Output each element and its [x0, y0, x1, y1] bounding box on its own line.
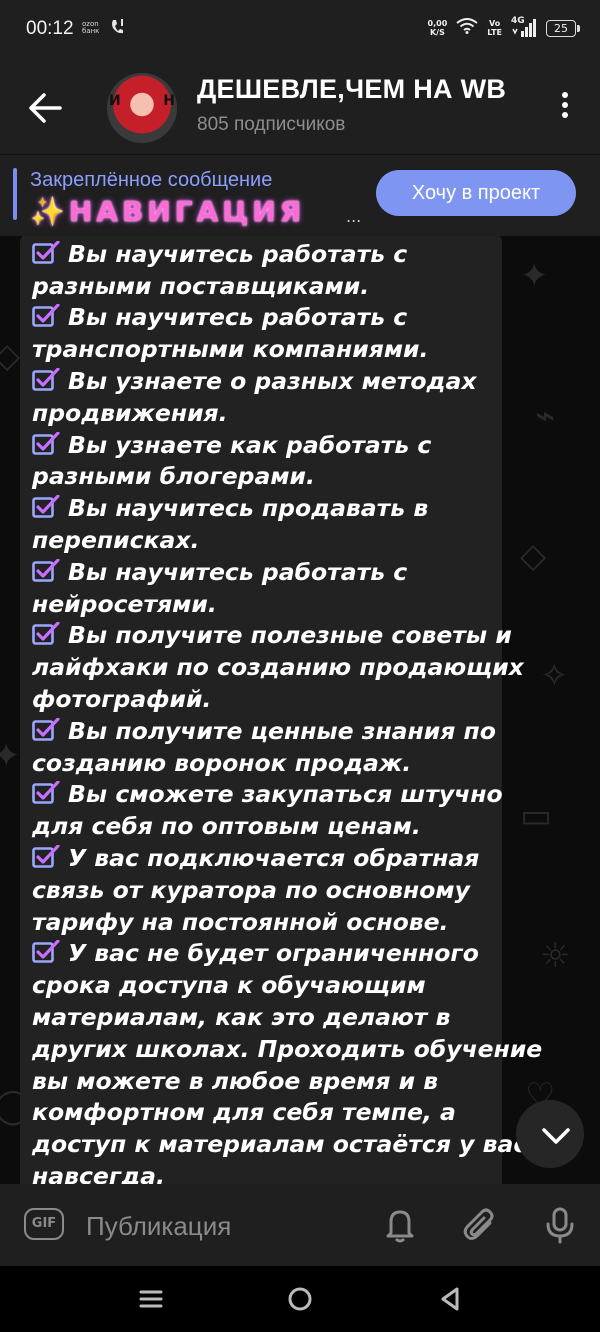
back-nav-icon[interactable]	[435, 1284, 465, 1314]
pinned-label: Закреплённое сообщение	[30, 169, 273, 191]
message-line: У вас подключается обратная	[32, 843, 492, 875]
arrow-left-icon	[29, 93, 62, 123]
message-line: других школах. Проходить обучение	[32, 1034, 543, 1063]
message-line: транспортными компаниями.	[32, 335, 429, 364]
checkbox-icon	[32, 240, 60, 264]
message-line: Вы научитесь работать с	[32, 557, 492, 589]
message-line: связь от куратора по основному	[32, 875, 470, 904]
chevron-down-icon	[542, 1128, 570, 1144]
checkbox-icon	[32, 622, 60, 646]
message-line: Вы научитесь работать с	[32, 239, 492, 271]
message-line: разными поставщиками.	[32, 271, 370, 300]
message-line: для себя по оптовым ценам.	[32, 812, 421, 841]
message-line: Вы получите ценные знания по	[32, 716, 496, 748]
bell-icon[interactable]	[382, 1206, 418, 1244]
system-nav-bar	[0, 1266, 600, 1332]
channel-header: И Н ДЕШЕВЛЕ,ЧЕМ НА WB 805 подписчиков	[0, 62, 600, 154]
message-line: нейросетями.	[32, 589, 217, 618]
message-line: Вы узнаете как работать с	[32, 430, 492, 462]
paperclip-icon[interactable]	[462, 1206, 498, 1244]
message-input[interactable]	[84, 1204, 358, 1248]
message-line: Вы узнаете о разных методах	[32, 366, 492, 398]
checkbox-icon	[32, 495, 60, 518]
message-line: доступ к материалам остаётся у вас	[32, 1130, 528, 1159]
status-time: 00:12	[26, 18, 74, 39]
more-vertical-icon[interactable]	[560, 92, 570, 124]
channel-avatar[interactable]: И Н	[107, 73, 177, 143]
scroll-down-button[interactable]	[516, 1100, 584, 1168]
message-line: фотографий.	[32, 684, 212, 713]
message-text: продаж и раскрутки.Вы научитесь работать…	[32, 236, 543, 1184]
message-line: продвижения.	[32, 398, 228, 427]
checkbox-icon	[32, 844, 60, 868]
message-line: срока доступа к обучающим	[32, 971, 426, 1000]
gif-button[interactable]: GIF	[24, 1208, 64, 1240]
message-line: навсегда.	[32, 1161, 165, 1184]
checkbox-icon	[32, 367, 60, 391]
pinned-text: ✨НАВИГАЦИЯ	[30, 195, 306, 228]
message-line: Вы научитесь продавать в	[32, 493, 492, 525]
message-line: Вы получите полезные советы и	[32, 620, 512, 652]
status-right: 0,00 K/S Vo LTE 4G 25	[427, 16, 580, 38]
battery-icon: 25	[546, 19, 580, 37]
wifi-icon	[456, 18, 478, 38]
net-speed: 0,00 K/S	[427, 19, 448, 37]
join-project-button[interactable]: Хочу в проект	[376, 170, 576, 216]
channel-title[interactable]: ДЕШЕВЛЕ,ЧЕМ НА WB	[197, 74, 506, 105]
pinned-ellipsis: ...	[346, 207, 362, 226]
home-icon[interactable]	[285, 1284, 315, 1314]
recent-apps-icon[interactable]	[136, 1284, 166, 1314]
subscriber-count: 805 подписчиков	[197, 114, 346, 135]
message-line: комфортном для себя темпе, а	[32, 1098, 456, 1127]
pinned-message[interactable]: Закреплённое сообщение ✨НАВИГАЦИЯ ... Хо…	[0, 154, 600, 237]
checkbox-icon	[32, 304, 60, 328]
back-button[interactable]	[26, 90, 66, 126]
ozon-bank-icon: ozon банк	[82, 20, 100, 35]
cell-signal-icon: 4G	[511, 16, 537, 37]
checkbox-icon	[32, 781, 60, 805]
phone-signal-icon	[110, 18, 124, 43]
message-line: материалам, как это делают в	[32, 1002, 451, 1031]
checkbox-icon	[32, 717, 60, 741]
message-line: разными блогерами.	[32, 462, 315, 491]
message-line: вы можете в любое время и в	[32, 1066, 439, 1095]
message-line: тарифу на постоянной основе.	[32, 907, 449, 936]
message-line: Вы сможете закупаться штучно	[32, 779, 503, 811]
microphone-icon[interactable]	[542, 1206, 578, 1244]
checkbox-icon	[32, 558, 60, 582]
checkbox-icon	[32, 940, 60, 964]
input-bar: GIF	[0, 1184, 600, 1266]
checkbox-icon	[32, 431, 60, 455]
message-line: созданию воронок продаж.	[32, 748, 412, 777]
volte-indicator: Vo LTE	[487, 19, 502, 37]
message-line: Вы научитесь работать с	[32, 302, 492, 334]
message-line: У вас не будет ограниченного	[32, 938, 492, 970]
status-bar: 00:12 ozon банк 0,00 K/S Vo LTE 4G 25	[0, 0, 600, 62]
message-line: лайфхаки по созданию продающих	[32, 653, 524, 682]
chat-area[interactable]: ✦ ⌁ ◇ ✧ ▭ ☼ ♡ ◇ ✦ ◯ продаж и раскрутки.В…	[0, 236, 600, 1184]
pinned-indicator	[13, 168, 17, 220]
message-line: переписках.	[32, 525, 200, 554]
